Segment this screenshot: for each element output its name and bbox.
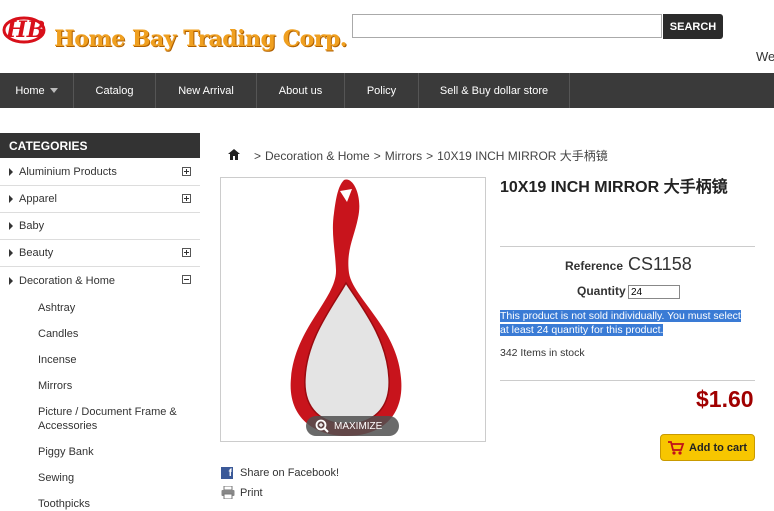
breadcrumb-decoration-home[interactable]: Decoration & Home [265, 149, 370, 163]
collapse-minus-icon[interactable] [182, 275, 191, 284]
arrow-right-icon [9, 168, 13, 176]
reference-label: Reference [565, 259, 624, 273]
search-button[interactable]: SEARCH [663, 14, 723, 39]
breadcrumb-mirrors[interactable]: Mirrors [385, 149, 422, 163]
brand-name[interactable]: Home Bay Trading Corp. [54, 26, 347, 52]
zoom-icon [315, 419, 329, 433]
maximize-label: MAXIMIZE [334, 420, 383, 432]
add-to-cart-label: Add to cart [689, 441, 748, 454]
notice-line-1: This product is not sold individually. Y… [500, 310, 741, 322]
welcome-text: We [756, 49, 774, 64]
add-to-cart-button[interactable]: Add to cart [660, 434, 755, 461]
subcategory-candles[interactable]: Candles [38, 327, 78, 341]
reference-value: CS1158 [628, 254, 692, 274]
arrow-right-icon [9, 195, 13, 203]
subcategory-sewing[interactable]: Sewing [38, 471, 74, 485]
product-price: $1.60 [696, 386, 754, 412]
categories-heading: CATEGORIES [0, 133, 200, 158]
nav-new-arrival[interactable]: New Arrival [156, 73, 257, 108]
product-image[interactable] [220, 177, 486, 442]
minimum-quantity-notice: This product is not sold individually. Y… [500, 309, 756, 337]
breadcrumb: > Decoration & Home > Mirrors > 10X19 IN… [228, 147, 612, 164]
arrow-right-icon [9, 222, 13, 230]
expand-plus-icon[interactable] [182, 194, 191, 203]
caret-down-icon [49, 88, 58, 93]
product-title: 10X19 INCH MIRROR 大手柄镜 [500, 179, 728, 196]
subcategory-toothpicks[interactable]: Toothpicks [38, 497, 90, 511]
expand-plus-icon[interactable] [182, 167, 191, 176]
main-nav: Home Catalog New Arrival About us Policy… [0, 73, 774, 108]
share-facebook-label: Share on Facebook! [240, 467, 340, 479]
nav-about-us[interactable]: About us [257, 73, 345, 108]
category-baby[interactable]: Baby [0, 213, 200, 240]
subcategory-ashtray[interactable]: Ashtray [38, 301, 75, 315]
divider [500, 246, 755, 247]
category-label: Apparel [19, 193, 57, 205]
category-beauty[interactable]: Beauty [0, 240, 200, 267]
category-label: Aluminium Products [19, 166, 117, 178]
mirror-image [290, 179, 402, 436]
facebook-icon: f [221, 467, 233, 479]
nav-home-label: Home [15, 84, 45, 97]
stock-status: 342 Items in stock [500, 347, 585, 359]
print-label: Print [240, 486, 263, 499]
subcategory-incense[interactable]: Incense [38, 353, 77, 367]
category-label: Decoration & Home [19, 274, 115, 287]
quantity-input[interactable] [628, 285, 680, 299]
nav-sell-buy[interactable]: Sell & Buy dollar store [419, 73, 570, 108]
arrow-right-icon [9, 249, 13, 257]
subcategory-mirrors[interactable]: Mirrors [38, 379, 72, 393]
category-label: Baby [19, 220, 45, 232]
brand-logo-icon[interactable]: HB [2, 12, 46, 46]
subcategory-picture-frame-line2[interactable]: Accessories [38, 419, 97, 433]
subcategory-piggy-bank[interactable]: Piggy Bank [38, 445, 94, 459]
quantity-label: Quantity [577, 284, 626, 298]
category-decoration-home[interactable]: Decoration & Home [0, 267, 200, 294]
notice-line-2: at least 24 quantity for this product. [500, 324, 664, 336]
category-aluminium[interactable]: Aluminium Products [0, 159, 200, 186]
breadcrumb-separator: > [426, 148, 434, 163]
nav-home[interactable]: Home [0, 73, 74, 108]
brand-logo-mark: HB [5, 17, 45, 43]
breadcrumb-separator: > [373, 148, 381, 163]
category-label: Beauty [19, 247, 54, 259]
expand-plus-icon[interactable] [182, 248, 191, 257]
share-facebook-link[interactable]: f Share on Facebook! [221, 467, 339, 479]
maximize-button[interactable]: MAXIMIZE [306, 416, 399, 436]
cart-icon [667, 440, 685, 456]
search-input[interactable] [352, 14, 662, 38]
subcategory-picture-frame[interactable]: Picture / Document Frame & [38, 405, 177, 419]
category-apparel[interactable]: Apparel [0, 186, 200, 213]
breadcrumb-current: 10X19 INCH MIRROR 大手柄镜 [437, 149, 608, 163]
home-icon[interactable] [228, 148, 240, 163]
print-link[interactable]: Print [221, 486, 263, 499]
nav-catalog[interactable]: Catalog [74, 73, 156, 108]
nav-policy[interactable]: Policy [345, 73, 419, 108]
arrow-right-icon [9, 276, 13, 285]
printer-icon [221, 486, 235, 499]
breadcrumb-separator: > [254, 148, 262, 163]
divider [500, 380, 755, 381]
